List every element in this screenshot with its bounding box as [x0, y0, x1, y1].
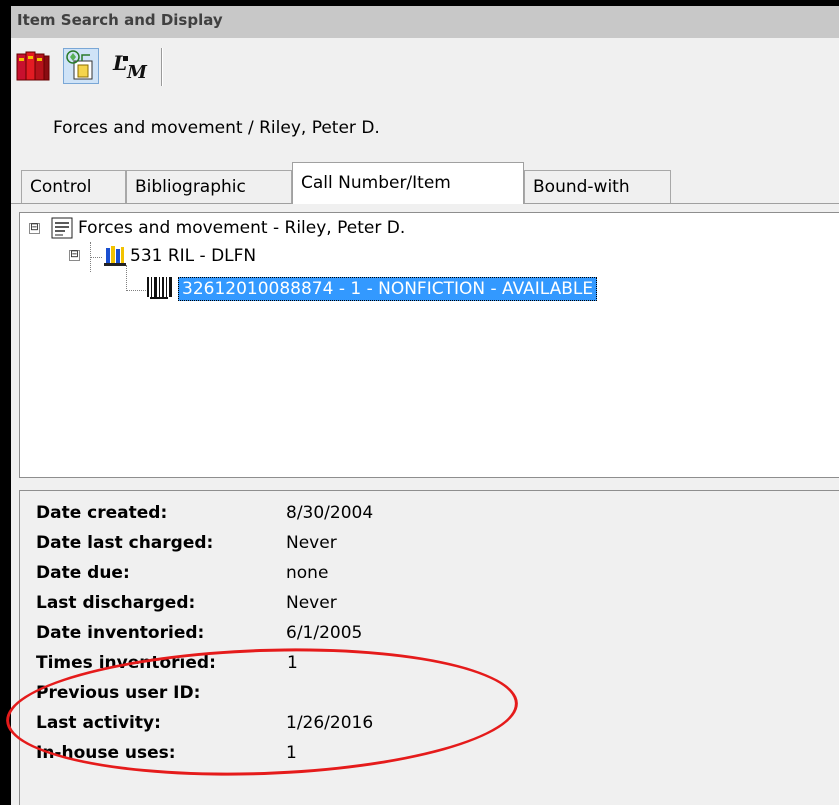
tab-bound-with[interactable]: Bound-with: [524, 170, 671, 203]
root-expander[interactable]: ⊟: [29, 223, 40, 234]
toolbar-separator: [161, 48, 163, 86]
detail-value: 1: [287, 653, 298, 673]
tab-control[interactable]: Control: [21, 170, 126, 203]
detail-label: Date inventoried:: [36, 623, 205, 643]
detail-value: 8/30/2004: [286, 503, 374, 523]
catalog-record-icon: [51, 217, 73, 239]
tree-view-button[interactable]: [63, 48, 99, 84]
detail-value: 6/1/2005: [286, 623, 363, 643]
tree-view-icon: [66, 50, 93, 80]
detail-value: none: [286, 563, 329, 583]
tree-connector: [126, 265, 127, 291]
detail-label: Last activity:: [36, 713, 161, 733]
detail-label: Times inventoried:: [36, 653, 216, 673]
books-button[interactable]: [15, 48, 51, 84]
detail-label: In-house uses:: [36, 743, 176, 763]
detail-value: 1: [286, 743, 297, 763]
tree-node-title[interactable]: Forces and movement - Riley, Peter D.: [78, 217, 405, 239]
tab-call-number-item[interactable]: Call Number/Item: [292, 162, 524, 204]
detail-label: Date last charged:: [36, 533, 214, 553]
window-frame-left: [0, 0, 11, 805]
detail-label: Last discharged:: [36, 593, 196, 613]
toolbar: L M: [11, 46, 181, 86]
main-panel: L M Forces and movement / Riley, Peter D…: [11, 38, 839, 805]
detail-label: Date created:: [36, 503, 168, 523]
detail-value: Never: [286, 593, 337, 613]
user-search-icon: L M: [112, 51, 148, 83]
tree-connector: [126, 290, 146, 291]
title-bar[interactable]: Item Search and Display: [11, 6, 839, 39]
tab-strip: Control Bibliographic Call Number/Item B…: [11, 162, 839, 204]
detail-label: Date due:: [36, 563, 130, 583]
shelf-icon: [104, 246, 126, 266]
user-search-button[interactable]: L M: [111, 48, 148, 84]
detail-value: Never: [286, 533, 337, 553]
detail-label: Previous user ID:: [36, 683, 201, 703]
barcode-icon: [147, 277, 172, 299]
item-tree[interactable]: ⊟ Forces and movement - Riley, Peter D. …: [19, 212, 839, 478]
tree-connector: [90, 257, 102, 258]
item-details: Date created: 8/30/2004 Date last charge…: [19, 490, 839, 805]
books-icon: [16, 51, 50, 81]
tree-node-item[interactable]: 32612010088874 - 1 - NONFICTION - AVAILA…: [178, 277, 598, 301]
callnumber-expander[interactable]: ⊟: [69, 250, 80, 261]
record-heading: Forces and movement / Riley, Peter D.: [53, 118, 380, 138]
svg-text:M: M: [126, 62, 148, 83]
window-title: Item Search and Display: [17, 11, 223, 29]
tab-bibliographic[interactable]: Bibliographic: [126, 170, 292, 203]
detail-value: 1/26/2016: [286, 713, 374, 733]
tree-node-callnumber[interactable]: 531 RIL - DLFN: [130, 245, 256, 267]
svg-text:L: L: [112, 51, 127, 75]
